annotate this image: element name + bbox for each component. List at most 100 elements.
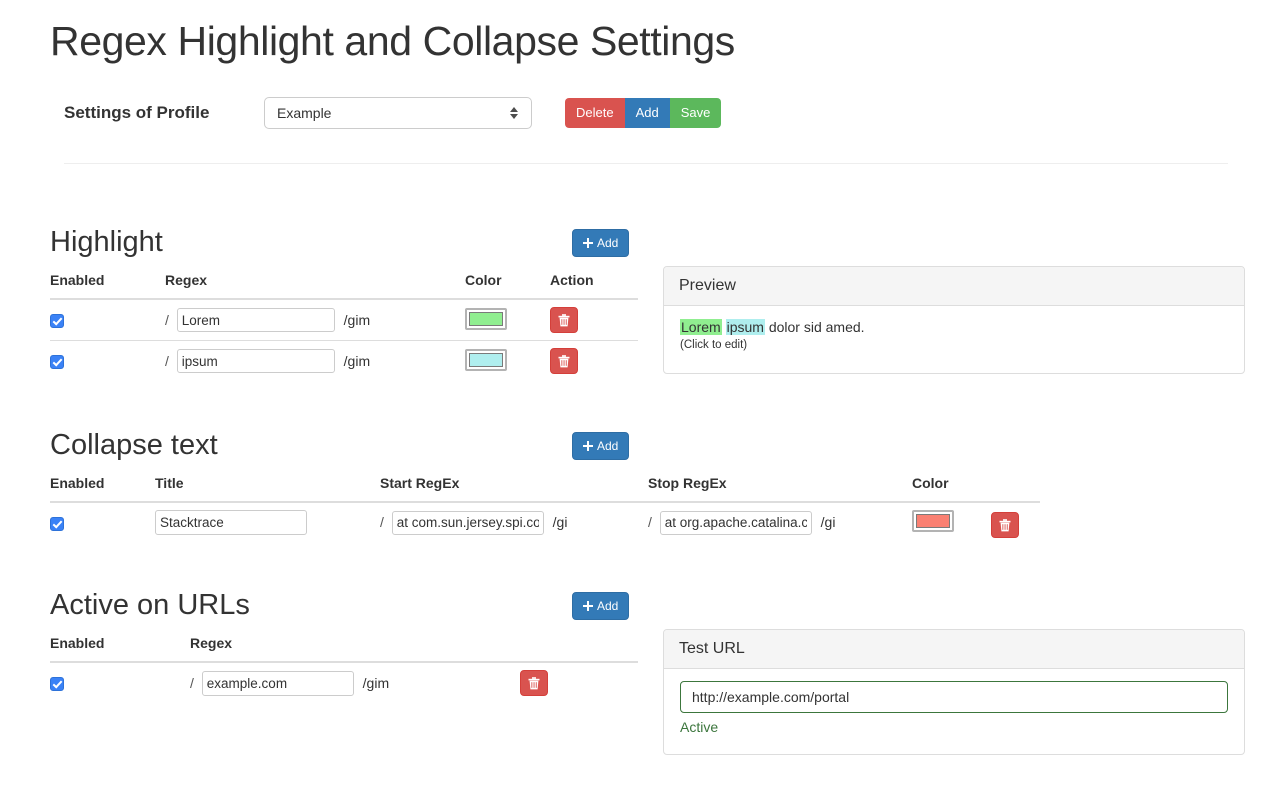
regex-flags: /gim bbox=[343, 311, 371, 328]
highlight-regex-input-1[interactable] bbox=[176, 349, 335, 373]
page-title: Regex Highlight and Collapse Settings bbox=[50, 18, 735, 64]
trash-icon bbox=[558, 354, 570, 367]
urls-enabled-checkbox-0[interactable] bbox=[50, 677, 64, 692]
preview-segment-3: dolor sid amed. bbox=[764, 319, 865, 335]
preview-panel: Preview Lorem ipsum dolor sid amed. (Cli… bbox=[663, 266, 1245, 374]
stop-regex-flags: /gi bbox=[820, 514, 836, 530]
trash-icon bbox=[999, 518, 1011, 531]
delete-profile-button[interactable]: Delete bbox=[565, 98, 625, 128]
table-row: / /gim bbox=[50, 299, 638, 341]
highlight-action-cell bbox=[550, 341, 638, 382]
urls-add-label: Add bbox=[597, 599, 619, 613]
settings-page: Regex Highlight and Collapse Settings Se… bbox=[0, 0, 1280, 800]
profile-select[interactable]: Example bbox=[264, 97, 532, 129]
highlight-regex-input-0[interactable] bbox=[176, 308, 335, 332]
highlight-regex-cell: / /gim bbox=[165, 299, 465, 341]
highlight-col-color: Color bbox=[465, 272, 550, 300]
urls-col-enabled: Enabled bbox=[50, 635, 190, 663]
url-slash-prefix: / bbox=[190, 674, 194, 691]
collapse-col-start: Start RegEx bbox=[380, 475, 648, 503]
urls-table-header-row: Enabled Regex bbox=[50, 635, 638, 663]
collapse-stop-cell: / /gi bbox=[648, 502, 912, 542]
collapse-stop-regex-input-0[interactable] bbox=[659, 510, 812, 535]
urls-regex-input-0[interactable] bbox=[201, 670, 354, 696]
preview-segment-0: Lorem bbox=[680, 319, 722, 335]
highlight-table-header-row: Enabled Regex Color Action bbox=[50, 272, 638, 300]
table-row: / /gi / /gi bbox=[50, 502, 1040, 542]
urls-action-cell bbox=[520, 662, 638, 703]
highlight-delete-button-0[interactable] bbox=[550, 307, 578, 333]
highlight-add-button[interactable]: Add bbox=[572, 229, 630, 257]
highlight-enabled-cell bbox=[50, 299, 165, 341]
urls-heading: Active on URLs bbox=[50, 589, 250, 621]
collapse-enabled-cell bbox=[50, 502, 155, 542]
test-url-input[interactable] bbox=[680, 681, 1228, 713]
highlight-enabled-checkbox-1[interactable] bbox=[50, 355, 64, 370]
highlight-color-swatch-1 bbox=[469, 352, 503, 367]
preview-panel-body[interactable]: Lorem ipsum dolor sid amed. (Click to ed… bbox=[664, 306, 1244, 365]
collapse-enabled-checkbox-0[interactable] bbox=[50, 516, 64, 531]
collapse-col-stop: Stop RegEx bbox=[648, 475, 912, 503]
collapse-color-swatch-0 bbox=[916, 514, 950, 528]
plus-icon bbox=[583, 601, 593, 611]
collapse-table-header-row: Enabled Title Start RegEx Stop RegEx Col… bbox=[50, 475, 1040, 503]
highlight-add-label: Add bbox=[597, 236, 619, 250]
regex-slash-prefix: / bbox=[165, 311, 169, 328]
urls-table: Enabled Regex / /gim bbox=[50, 635, 638, 703]
highlight-regex-cell: / /gim bbox=[165, 341, 465, 382]
regex-flags: /gim bbox=[343, 352, 371, 369]
test-url-panel-body: Active bbox=[664, 669, 1244, 749]
collapse-add-button[interactable]: Add bbox=[572, 432, 630, 460]
highlight-enabled-checkbox-0[interactable] bbox=[50, 314, 64, 329]
collapse-col-enabled: Enabled bbox=[50, 475, 155, 503]
profile-label: Settings of Profile bbox=[64, 103, 210, 122]
highlight-color-cell bbox=[465, 299, 550, 341]
profile-actions-group: Delete Add Save bbox=[565, 98, 722, 128]
urls-delete-button-0[interactable] bbox=[520, 670, 548, 696]
test-url-panel-title: Test URL bbox=[664, 630, 1244, 669]
highlight-color-swatch-0 bbox=[469, 311, 503, 326]
test-url-panel: Test URL Active bbox=[663, 629, 1245, 755]
highlight-delete-button-1[interactable] bbox=[550, 348, 578, 374]
trash-icon bbox=[528, 676, 540, 689]
collapse-color-picker-0[interactable] bbox=[912, 510, 954, 532]
regex-slash-prefix: / bbox=[165, 352, 169, 369]
collapse-delete-button-0[interactable] bbox=[991, 512, 1019, 538]
url-regex-flags: /gim bbox=[362, 674, 390, 691]
highlight-col-enabled: Enabled bbox=[50, 272, 165, 300]
collapse-start-regex-input-0[interactable] bbox=[391, 510, 544, 535]
collapse-add-label: Add bbox=[597, 439, 619, 453]
preview-hint: (Click to edit) bbox=[680, 339, 748, 351]
collapse-title-input-0[interactable] bbox=[155, 510, 307, 535]
highlight-enabled-cell bbox=[50, 341, 165, 382]
preview-panel-title: Preview bbox=[664, 267, 1244, 306]
highlight-color-cell bbox=[465, 341, 550, 382]
profile-settings-row: Settings of Profile Example Delete Add S… bbox=[64, 96, 722, 130]
start-regex-flags: /gi bbox=[552, 514, 568, 530]
urls-enabled-cell bbox=[50, 662, 190, 703]
header-divider bbox=[64, 163, 1228, 164]
highlight-color-picker-1[interactable] bbox=[465, 348, 507, 371]
trash-icon bbox=[558, 313, 570, 326]
preview-text: Lorem ipsum dolor sid amed. bbox=[680, 318, 1228, 336]
collapse-color-cell bbox=[912, 502, 1040, 542]
stop-slash-prefix: / bbox=[648, 514, 652, 530]
preview-segment-2: ipsum bbox=[725, 319, 765, 335]
collapse-start-cell: / /gi bbox=[380, 502, 648, 542]
plus-icon bbox=[583, 441, 593, 451]
urls-col-regex: Regex bbox=[190, 635, 520, 663]
add-profile-button[interactable]: Add bbox=[624, 98, 670, 128]
urls-regex-cell: / /gim bbox=[190, 662, 520, 703]
table-row: / /gim bbox=[50, 341, 638, 382]
preview-segment-1 bbox=[722, 319, 726, 335]
start-slash-prefix: / bbox=[380, 514, 384, 530]
highlight-color-picker-0[interactable] bbox=[465, 307, 507, 330]
profile-select-value: Example bbox=[277, 105, 332, 121]
plus-icon bbox=[583, 238, 593, 248]
save-profile-button[interactable]: Save bbox=[669, 98, 722, 128]
test-url-status: Active bbox=[680, 719, 719, 735]
collapse-heading: Collapse text bbox=[50, 429, 218, 461]
highlight-col-action: Action bbox=[550, 272, 638, 300]
urls-add-button[interactable]: Add bbox=[572, 592, 630, 620]
highlight-heading: Highlight bbox=[50, 226, 163, 258]
